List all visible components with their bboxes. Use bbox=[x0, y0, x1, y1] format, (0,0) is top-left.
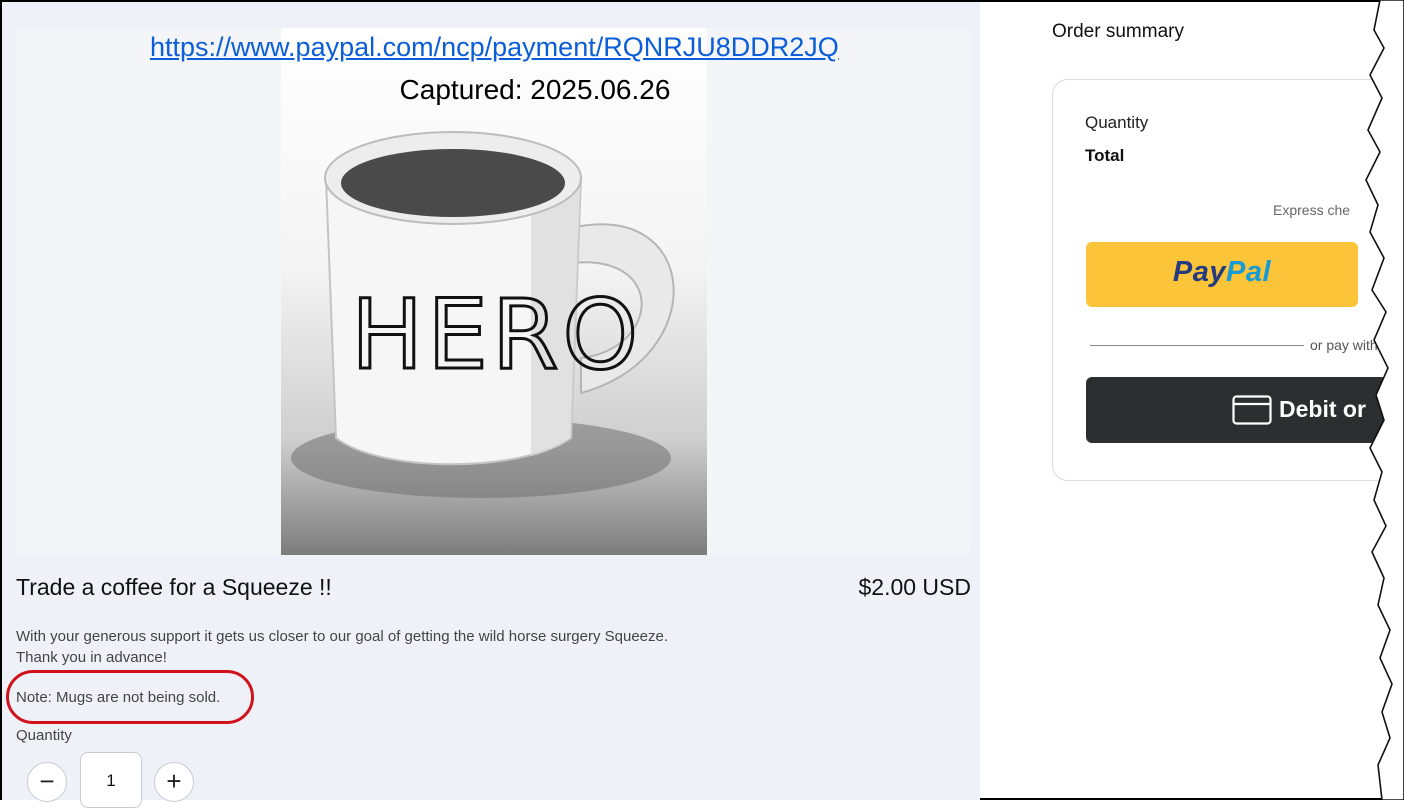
debit-button-label: Debit or bbox=[1279, 396, 1366, 422]
express-checkout-label: Express che bbox=[1273, 202, 1351, 218]
description-line-2: Thank you in advance! bbox=[16, 649, 167, 666]
paypal-logo: PayPal bbox=[1173, 256, 1271, 289]
product-description: With your generous support it gets us cl… bbox=[16, 626, 776, 668]
order-summary-title: Order summary bbox=[1052, 21, 1184, 42]
note-highlight-circle bbox=[6, 670, 254, 724]
quantity-label: Quantity bbox=[16, 727, 72, 744]
plus-icon: + bbox=[166, 766, 182, 796]
paypal-logo-pal: Pal bbox=[1226, 256, 1272, 288]
capture-date: Captured: 2025.06.26 bbox=[399, 74, 671, 105]
paypal-button[interactable]: PayPal bbox=[1086, 242, 1358, 307]
summary-quantity-label: Quantity bbox=[1085, 113, 1149, 132]
capture-url-link[interactable]: https://www.paypal.com/ncp/payment/RQNRJ… bbox=[150, 32, 920, 63]
description-line-1: With your generous support it gets us cl… bbox=[16, 628, 669, 645]
increment-button[interactable]: + bbox=[154, 762, 194, 802]
product-title: Trade a coffee for a Squeeze !! bbox=[16, 574, 332, 600]
mug-illustration: HERO bbox=[291, 131, 675, 498]
minus-icon: − bbox=[39, 766, 55, 796]
summary-total-label: Total bbox=[1085, 146, 1125, 165]
debit-or-credit-button[interactable]: Debit or bbox=[1086, 377, 1404, 443]
decrement-button[interactable]: − bbox=[27, 762, 67, 802]
coffee-mug-photo: HERO bbox=[281, 28, 707, 555]
credit-card-icon bbox=[1232, 395, 1272, 425]
paypal-logo-pay: Pay bbox=[1172, 256, 1227, 288]
mug-text: HERO bbox=[351, 279, 642, 391]
product-price: $2.00 USD bbox=[858, 574, 971, 600]
or-divider bbox=[1090, 345, 1304, 346]
torn-edge-decoration bbox=[1365, 0, 1404, 800]
